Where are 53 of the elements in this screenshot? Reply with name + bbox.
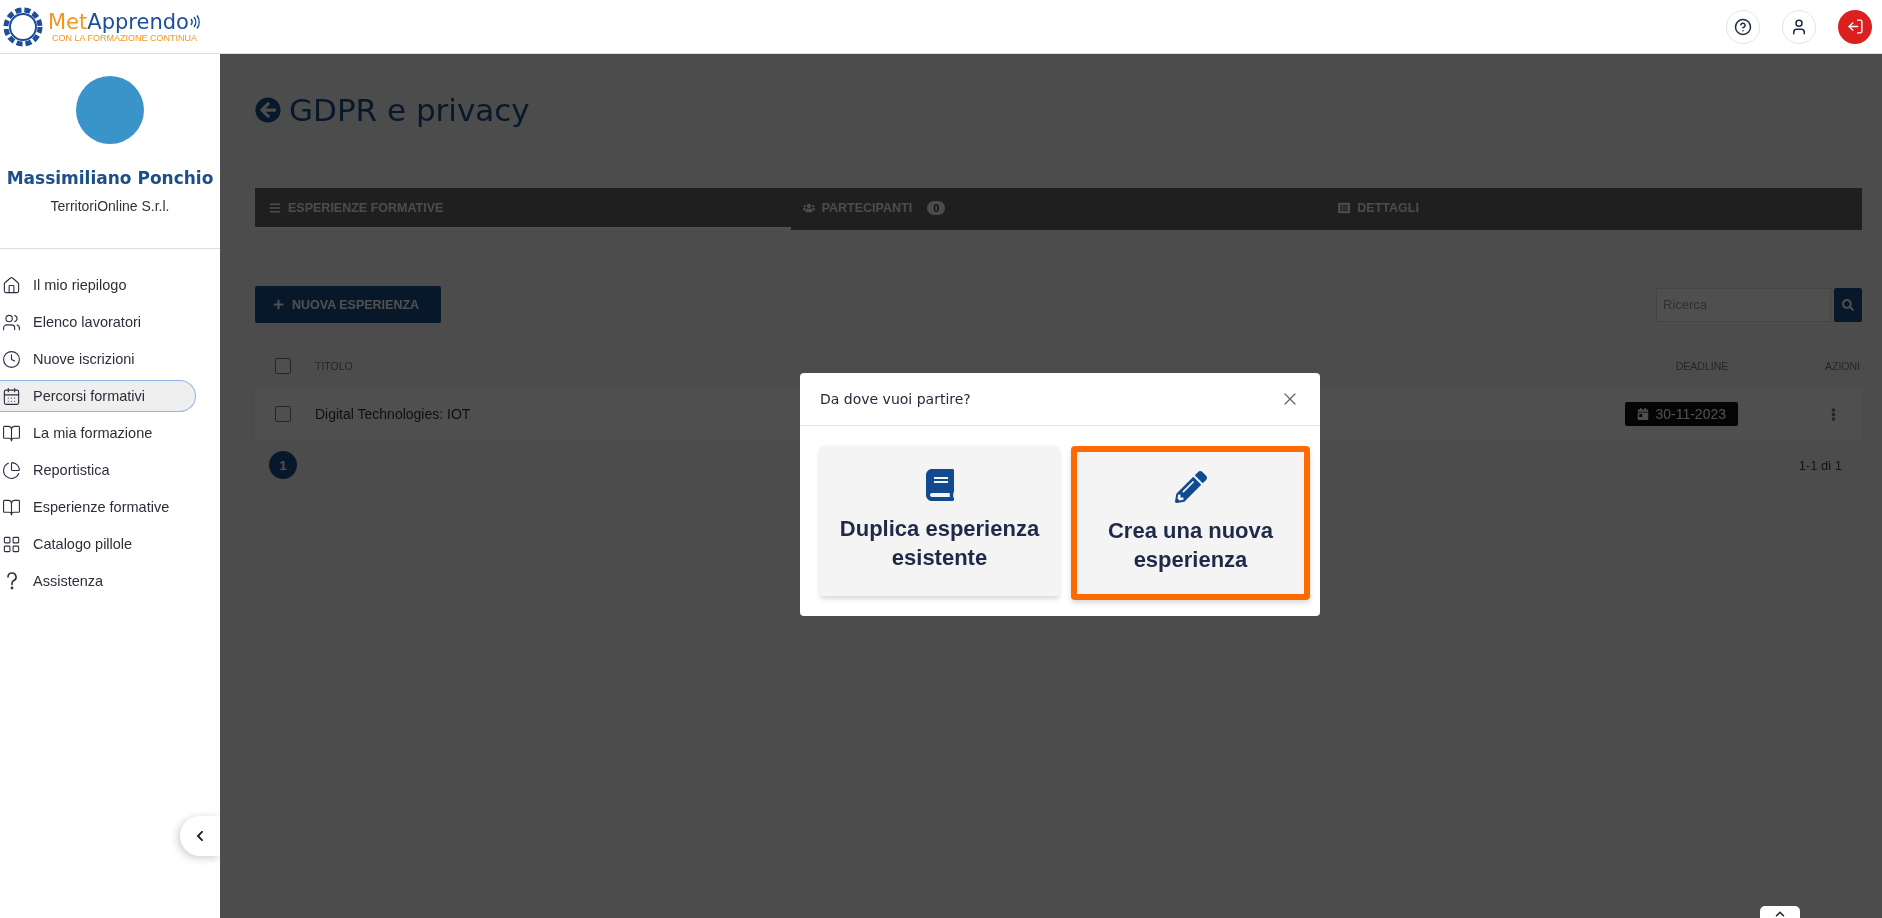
nav-icon	[2, 534, 21, 554]
nav-item[interactable]: Percorsi formativi	[0, 380, 196, 412]
details-icon	[1338, 201, 1351, 214]
user-icon	[1790, 17, 1808, 36]
profile-button[interactable]	[1782, 9, 1816, 44]
plus-icon	[273, 299, 284, 310]
logo-text: Met	[48, 10, 88, 34]
option-card[interactable]: Crea una nuova esperienza	[1071, 445, 1310, 600]
chevron-up-icon	[1775, 909, 1785, 918]
logout-button[interactable]	[1838, 9, 1872, 44]
nav-icon	[2, 275, 21, 295]
back-icon[interactable]	[255, 97, 281, 123]
help-button[interactable]	[1726, 9, 1760, 44]
select-all-checkbox[interactable]	[275, 358, 291, 374]
pagination-summary: 1-1 di 1	[1798, 457, 1842, 473]
logo-text: Apprendo	[87, 10, 189, 34]
nav-item[interactable]: Catalogo pillole	[0, 528, 196, 560]
user-name: Massimiliano Ponchio	[6, 168, 214, 188]
company-name: TerritoriOnline S.r.l.	[50, 198, 170, 214]
search-button[interactable]	[1834, 287, 1862, 322]
row-checkbox[interactable]	[275, 406, 291, 422]
chevron-left-icon	[194, 830, 206, 842]
book-icon	[923, 468, 956, 501]
nav-item[interactable]: La mia formazione	[0, 417, 196, 449]
nav-item[interactable]: Reportistica	[0, 454, 196, 486]
nav-icon	[2, 312, 21, 332]
dialog-title: Da dove vuoi partire?	[820, 390, 971, 407]
search-icon	[1842, 298, 1854, 311]
nav-item[interactable]: Nuove iscrizioni	[0, 343, 196, 375]
help-icon	[1734, 17, 1752, 36]
deadline-tag: 30-11-2023	[1625, 402, 1738, 426]
calendar-icon	[1637, 408, 1650, 420]
nav-item[interactable]: Assistenza	[0, 565, 196, 597]
logout-icon	[1846, 18, 1864, 35]
count-badge: 0	[927, 200, 946, 215]
nav-icon	[2, 460, 21, 480]
list-icon	[269, 201, 281, 214]
users-icon	[802, 201, 815, 214]
pencil-icon	[1174, 470, 1207, 503]
nav-icon	[2, 386, 21, 406]
nav-item[interactable]: Esperienze formative	[0, 491, 196, 523]
nav-item[interactable]: Il mio riepilogo	[0, 269, 196, 301]
nav-item[interactable]: Elenco lavoratori	[0, 306, 196, 338]
nav-icon	[2, 497, 21, 517]
collapse-sidebar-button[interactable]	[180, 816, 220, 856]
signal-waves-icon	[188, 15, 201, 29]
question-mark-icon	[5, 572, 18, 590]
logo-tagline: CON LA FORMAZIONE CONTINUA	[52, 34, 198, 43]
page-title: GDPR e privacy	[289, 92, 530, 128]
nav-icon	[2, 349, 21, 369]
option-card[interactable]: Duplica esperienza esistente	[820, 445, 1059, 596]
nav-icon	[2, 423, 21, 443]
table-cell-text: Digital Technologies: IOT	[315, 406, 472, 422]
